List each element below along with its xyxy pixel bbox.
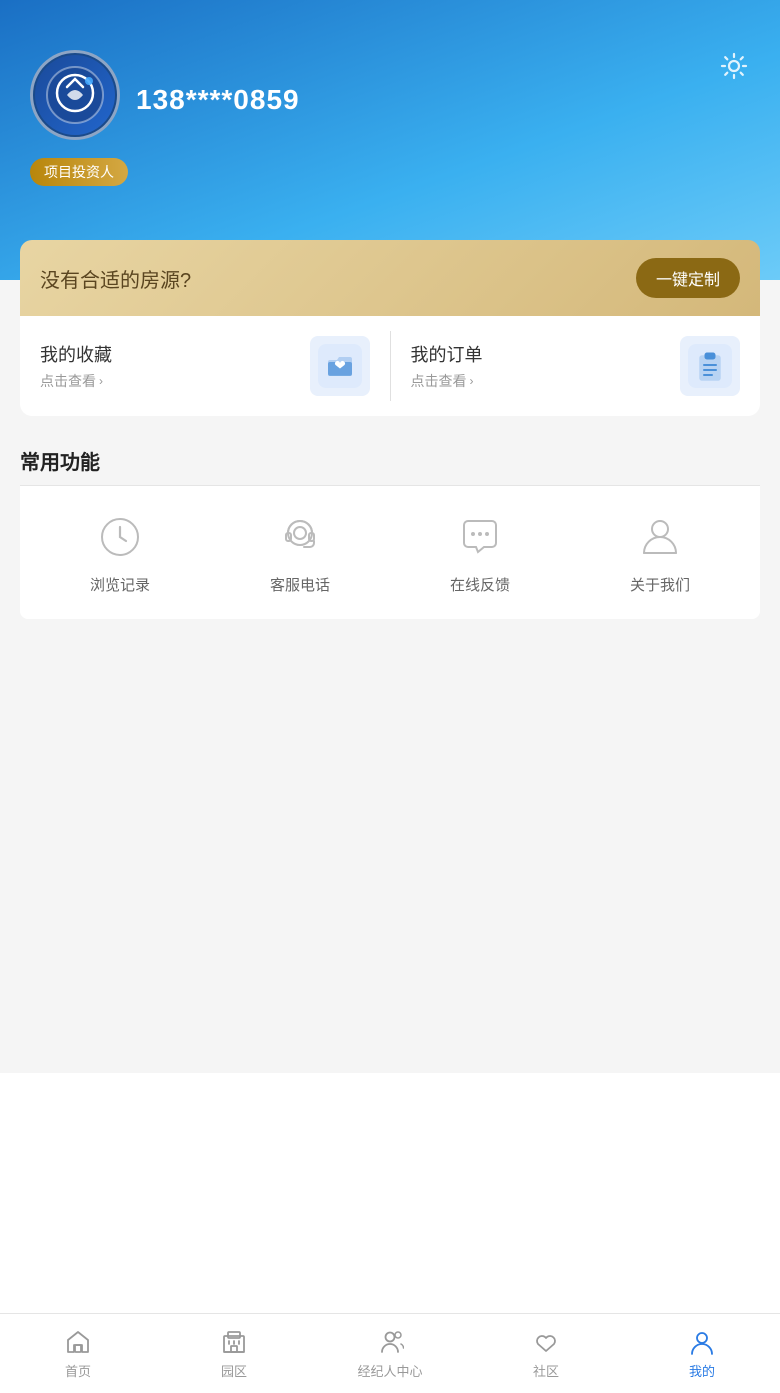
bottom-nav: 首页 园区 经纪人中心 (0, 1313, 780, 1393)
headset-icon (273, 510, 327, 564)
collections-sub: 点击查看 › (40, 371, 112, 391)
collections-icon (310, 336, 370, 396)
nav-community[interactable]: 社区 (468, 1314, 624, 1393)
about-us-label: 关于我们 (630, 574, 690, 595)
avatar (30, 50, 120, 140)
mine-icon (688, 1328, 716, 1356)
orders-sub: 点击查看 › (411, 371, 483, 391)
chat-icon (453, 510, 507, 564)
nav-home-label: 首页 (65, 1361, 91, 1380)
community-icon (532, 1328, 560, 1356)
func-customer-service[interactable]: 客服电话 (260, 510, 340, 595)
nav-park-label: 园区 (221, 1361, 247, 1380)
content-spacer (0, 619, 780, 1073)
banner-text: 没有合适的房源? (40, 264, 191, 293)
person-icon (633, 510, 687, 564)
nav-community-label: 社区 (533, 1361, 559, 1380)
clock-icon (93, 510, 147, 564)
building-icon (220, 1328, 248, 1356)
user-badge: 项目投资人 (30, 158, 128, 186)
features-section: 常用功能 (0, 416, 780, 485)
nav-agents[interactable]: 经纪人中心 (312, 1314, 468, 1393)
customer-service-label: 客服电话 (270, 574, 330, 595)
nav-mine-label: 我的 (689, 1361, 715, 1380)
orders-icon (680, 336, 740, 396)
nav-agents-label: 经纪人中心 (357, 1361, 422, 1380)
agents-icon (376, 1328, 404, 1356)
func-browse-history[interactable]: 浏览记录 (80, 510, 160, 595)
header-section: 138****0859 项目投资人 (0, 0, 780, 280)
nav-park[interactable]: 园区 (156, 1314, 312, 1393)
customize-button[interactable]: 一键定制 (636, 258, 740, 298)
function-grid: 浏览记录 客服电话 在线反馈 (20, 486, 760, 619)
banner-card: 没有合适的房源? 一键定制 (20, 240, 760, 316)
online-feedback-label: 在线反馈 (450, 574, 510, 595)
collections-title: 我的收藏 (40, 341, 112, 367)
features-title: 常用功能 (20, 452, 100, 474)
bottom-panel (0, 1073, 780, 1313)
my-collections-item[interactable]: 我的收藏 点击查看 › (20, 316, 390, 416)
browse-history-label: 浏览记录 (90, 574, 150, 595)
func-online-feedback[interactable]: 在线反馈 (440, 510, 520, 595)
settings-icon[interactable] (718, 50, 750, 90)
quick-actions-card: 我的收藏 点击查看 › 我的订单 (20, 316, 760, 416)
profile-left: 138****0859 项目投资人 (30, 50, 300, 186)
orders-title: 我的订单 (411, 341, 483, 367)
nav-home[interactable]: 首页 (0, 1314, 156, 1393)
home-icon (64, 1328, 92, 1356)
func-about-us[interactable]: 关于我们 (620, 510, 700, 595)
my-orders-item[interactable]: 我的订单 点击查看 › (391, 316, 761, 416)
username: 138****0859 (136, 84, 300, 116)
cards-area: 没有合适的房源? 一键定制 我的收藏 点击查看 › (20, 240, 760, 416)
nav-mine[interactable]: 我的 (624, 1314, 780, 1393)
